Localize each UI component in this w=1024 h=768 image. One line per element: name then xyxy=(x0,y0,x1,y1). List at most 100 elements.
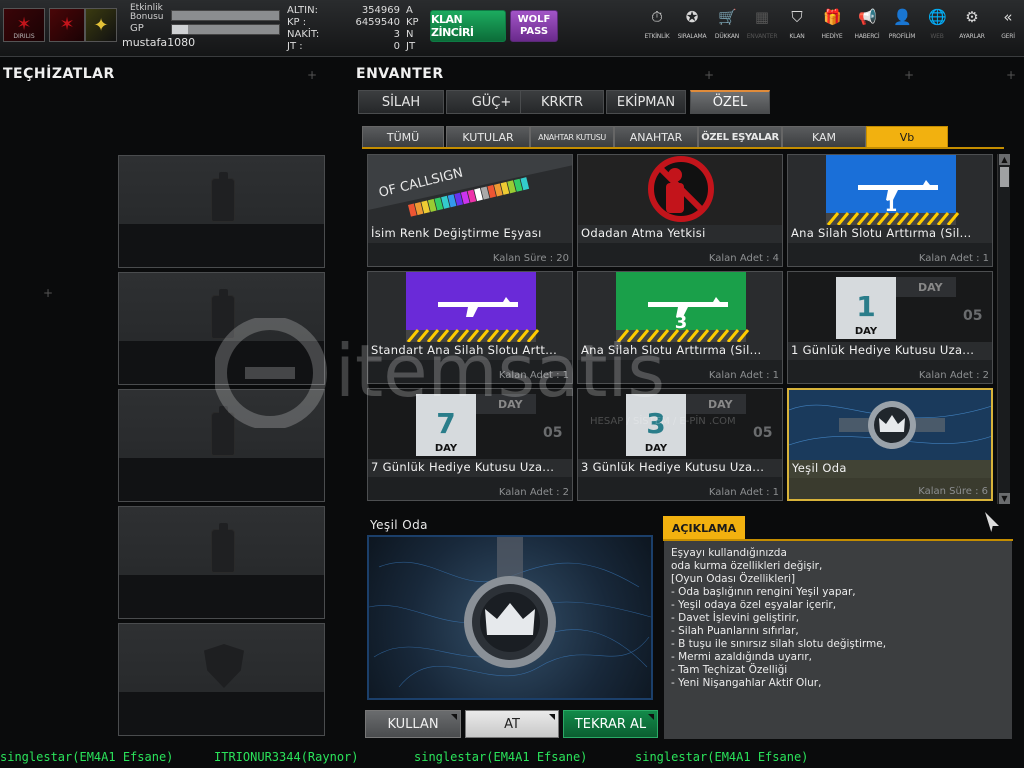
equipment-slot[interactable] xyxy=(118,506,325,619)
item-remaining: Kalan Adet : 2 xyxy=(918,370,989,381)
inventory-scrollbar[interactable]: ▲ ▼ xyxy=(997,154,1010,504)
tab-description[interactable]: AÇIKLAMA xyxy=(663,516,745,540)
gp-bar xyxy=(171,24,280,35)
equipment-slot[interactable] xyxy=(118,623,325,736)
tab-2[interactable]: KRKTR xyxy=(520,90,604,114)
nav-label: HEDİYE xyxy=(821,33,843,40)
description-line: oda kurma özellikleri değişir, xyxy=(671,560,823,572)
subtab-0[interactable]: TÜMÜ xyxy=(362,126,444,148)
scroll-up-icon[interactable]: ▲ xyxy=(999,154,1010,165)
kick-player-icon xyxy=(578,155,782,225)
tab-0[interactable]: SİLAH xyxy=(358,90,444,114)
clan-emblem[interactable]: ✶ xyxy=(49,8,85,42)
item-name: İsim Renk Değiştirme Eşyası xyxy=(371,226,542,240)
inventory-item[interactable]: DAY 05 7 DAY 7 Günlük Hediye Kutusu Uza... Ka… xyxy=(367,388,573,501)
description-line: - Oda başlığının rengini Yeşil yapar, xyxy=(671,586,856,598)
drop-button[interactable]: AT xyxy=(465,710,559,738)
nav-geri̇[interactable]: « GERİ xyxy=(991,8,1024,46)
rank-insignia: ✦ xyxy=(85,8,117,42)
equipment-slot[interactable] xyxy=(118,155,325,268)
nav-hedi̇ye[interactable]: 🎁 HEDİYE xyxy=(815,8,849,46)
plus-marker: + xyxy=(43,286,54,300)
nav-dükkan[interactable]: 🛒 DÜKKAN xyxy=(710,8,744,46)
nav-etki̇nli̇k[interactable]: ⏱ ETKİNLİK xyxy=(640,8,674,46)
day-number: 3 xyxy=(646,407,665,440)
scroll-thumb[interactable] xyxy=(1000,167,1009,187)
subtab-6[interactable]: Vb xyxy=(866,126,948,148)
subtab-4[interactable]: ÖZEL EŞYALAR xyxy=(698,126,782,148)
chat-line: singlestar(EM4A1 Efsane) xyxy=(635,750,809,764)
use-button[interactable]: KULLAN xyxy=(365,710,461,738)
day-label: DAY xyxy=(435,443,458,454)
subtab-1[interactable]: KUTULAR xyxy=(446,126,530,148)
gp-label: GP xyxy=(130,23,144,34)
nav-label: GERİ xyxy=(1001,33,1015,40)
inventory-item[interactable]: OF CALLSIGN İsim Renk Değiştirme Eşyası Ka… xyxy=(367,154,573,267)
subtab-2[interactable]: ANAHTAR KUTUSU xyxy=(530,126,614,148)
day-header: DAY xyxy=(708,398,734,411)
nav-klan[interactable]: ⛉ KLAN xyxy=(780,8,814,46)
clan-chain-button[interactable]: KLAN ZİNCİRİ xyxy=(430,10,506,42)
spray-can-icon xyxy=(211,172,235,222)
player-name: mustafa1080 xyxy=(122,36,196,49)
nav-label: SIRALAMA xyxy=(677,33,707,40)
chat-line: ITRIONUR3344(Raynor) xyxy=(214,750,359,764)
wolf-pass-button[interactable]: WOLF PASS xyxy=(510,10,558,42)
inventory-item[interactable]: Yeşil Oda Kalan Süre : 6 xyxy=(787,388,993,501)
description-line: - Silah Puanlarını sıfırlar, xyxy=(671,625,799,637)
item-name: Ana Silah Slotu Arttırma (Sil... xyxy=(791,226,972,240)
inventory-item[interactable]: 1 Ana Silah Slotu Arttırma (Sil... Kalan A… xyxy=(787,154,993,267)
inventory-title: ENVANTER xyxy=(356,66,444,82)
item-name: Odadan Atma Yetkisi xyxy=(581,226,706,240)
tab-3[interactable]: EKİPMAN xyxy=(606,90,686,114)
spray-can-icon xyxy=(211,289,235,339)
day-number: 1 xyxy=(856,290,875,323)
equipment-slot[interactable] xyxy=(118,272,325,385)
nav-label: ENVANTER xyxy=(746,33,778,40)
scroll-down-icon[interactable]: ▼ xyxy=(999,493,1010,504)
plus-marker: + xyxy=(1006,68,1017,82)
nav-label: KLAN xyxy=(789,33,805,40)
nav-web[interactable]: 🌐 WEB xyxy=(920,8,954,46)
inventory-item[interactable]: DAY 05 1 DAY 1 Günlük Hediye Kutusu Uza... Ka… xyxy=(787,271,993,384)
nav-ayarlar[interactable]: ⚙ AYARLAR xyxy=(955,8,989,46)
nav-siralama[interactable]: ✪ SIRALAMA xyxy=(675,8,709,46)
item-name: Standart Ana Silah Slotu Artt... xyxy=(371,343,558,357)
subtab-5[interactable]: KAM xyxy=(782,126,866,148)
stat-value: 3 xyxy=(393,29,400,40)
inventory-item[interactable]: DAY 05 3 DAY 3 Günlük Hediye Kutusu Uza... Ka… xyxy=(577,388,783,501)
bonus-label: Etkinlik Bonusu xyxy=(130,3,164,22)
plus-marker: + xyxy=(307,68,318,82)
item-remaining: Kalan Adet : 1 xyxy=(708,370,779,381)
item-name: Ana Silah Slotu Arttırma (Sil... xyxy=(581,343,762,357)
gear-icon: ⚙ xyxy=(965,8,979,26)
stat-value: 0 xyxy=(393,41,400,52)
gift-box-extension-icon: DAY 05 3 DAY xyxy=(578,389,782,459)
nav-envanter[interactable]: ▦ ENVANTER xyxy=(745,8,779,46)
stat-unit: A xyxy=(406,5,413,16)
item-name: Yeşil Oda xyxy=(792,461,847,475)
inventory-item[interactable]: Standart Ana Silah Slotu Artt... Kalan Ad… xyxy=(367,271,573,384)
nav-haberci̇[interactable]: 📢 HABERCİ xyxy=(850,8,884,46)
item-remaining: Kalan Adet : 1 xyxy=(708,487,779,498)
subtab-underline xyxy=(362,147,1004,149)
description-line: [Oyun Odası Özellikleri] xyxy=(671,573,796,585)
item-remaining: Kalan Adet : 1 xyxy=(498,370,569,381)
tab-4[interactable]: ÖZEL xyxy=(690,90,770,114)
detail-title: Yeşil Oda xyxy=(370,518,428,532)
stat-unit: JT xyxy=(406,41,416,52)
nav-label: PROFİLİM xyxy=(888,33,916,40)
crown-emblem-icon xyxy=(789,390,991,460)
description-line: Eşyayı kullandığınızda xyxy=(671,547,787,559)
spray-can-icon xyxy=(211,406,235,456)
cart-icon: 🛒 xyxy=(718,8,737,26)
equipment-slot[interactable] xyxy=(118,389,325,502)
day-header: DAY xyxy=(498,398,524,411)
nav-profi̇li̇m[interactable]: 👤 PROFİLİM xyxy=(885,8,919,46)
subtab-3[interactable]: ANAHTAR xyxy=(614,126,698,148)
nav-label: WEB xyxy=(930,33,944,40)
inventory-item[interactable]: Odadan Atma Yetkisi Kalan Adet : 4 xyxy=(577,154,783,267)
stat-value: 6459540 xyxy=(355,17,400,28)
inventory-item[interactable]: 3 Ana Silah Slotu Arttırma (Sil... Kalan A… xyxy=(577,271,783,384)
rebuy-button[interactable]: TEKRAR AL xyxy=(563,710,658,738)
